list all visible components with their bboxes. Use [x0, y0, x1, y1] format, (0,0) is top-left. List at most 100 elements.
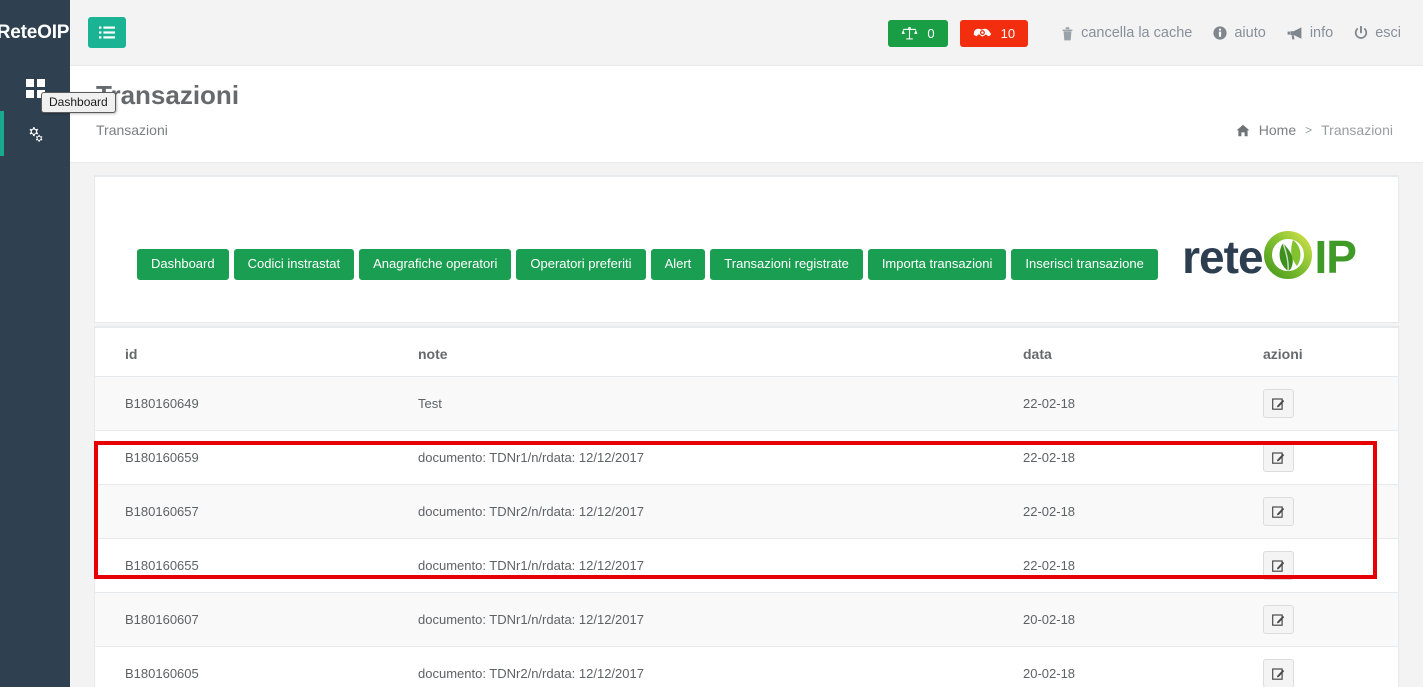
table-row[interactable]: B180160607 documento: TDNr1/n/rdata: 12/…: [95, 592, 1398, 647]
table-row[interactable]: B180160605 documento: TDNr2/n/rdata: 12/…: [95, 646, 1398, 687]
logout-link[interactable]: esci: [1354, 25, 1401, 41]
cell-id: B180160649: [95, 376, 410, 431]
actions-panel: Dashboard Codici instrastat Anagrafiche …: [94, 175, 1399, 323]
handshake-icon: [973, 26, 992, 40]
button-inserisci-transazione[interactable]: Inserisci transazione: [1011, 249, 1158, 281]
edit-button[interactable]: [1263, 551, 1294, 580]
action-buttons-row: Dashboard Codici instrastat Anagrafiche …: [137, 249, 1158, 281]
table-body: B180160649 Test 22-02-18 B180160659 docu…: [95, 376, 1398, 687]
table-row[interactable]: B180160655 documento: TDNr1/n/rdata: 12/…: [95, 538, 1398, 593]
table-head: id note data azioni: [95, 328, 1398, 377]
cell-data: 20-02-18: [1015, 592, 1255, 647]
button-anagrafiche-operatori[interactable]: Anagrafiche operatori: [359, 249, 512, 281]
handshake-badge-value: 10: [1000, 25, 1016, 41]
button-codici-instrastat[interactable]: Codici instrastat: [233, 249, 355, 281]
info-circle-icon: [1213, 26, 1227, 40]
sidebar-item-settings[interactable]: [0, 111, 70, 156]
breadcrumb: Home > Transazioni: [1236, 122, 1393, 138]
clear-cache-label: cancella la cache: [1081, 25, 1193, 41]
button-operatori-preferiti[interactable]: Operatori preferiti: [516, 249, 646, 281]
cell-azioni: [1255, 430, 1398, 485]
edit-icon: [1272, 667, 1285, 680]
active-accent-bar: [0, 111, 4, 156]
page-subtitle: Transazioni: [96, 122, 168, 138]
cell-data: 22-02-18: [1015, 538, 1255, 593]
edit-button[interactable]: [1263, 659, 1294, 687]
button-importa-transazioni[interactable]: Importa transazioni: [867, 249, 1007, 281]
breadcrumb-separator: >: [1305, 123, 1313, 137]
column-header-id[interactable]: id: [95, 328, 410, 377]
sidebar-tooltip: Dashboard: [41, 92, 116, 113]
transactions-panel: id note data azioni B180160649 Test 22-0…: [94, 326, 1399, 687]
edit-icon: [1272, 559, 1285, 572]
edit-icon: [1272, 613, 1285, 626]
cell-id: B180160607: [95, 592, 410, 647]
leaf-icon: [1259, 226, 1317, 289]
edit-button[interactable]: [1263, 497, 1294, 526]
cell-note: documento: TDNr1/n/rdata: 12/12/2017: [410, 538, 1015, 593]
cell-data: 22-02-18: [1015, 430, 1255, 485]
edit-button[interactable]: [1263, 605, 1294, 634]
cell-id: B180160605: [95, 646, 410, 687]
power-off-icon: [1354, 26, 1368, 40]
info-link[interactable]: info: [1287, 25, 1333, 41]
handshake-badge[interactable]: 10: [959, 19, 1029, 47]
help-link[interactable]: aiuto: [1213, 25, 1266, 41]
help-label: aiuto: [1234, 25, 1266, 41]
cell-note: documento: TDNr2/n/rdata: 12/12/2017: [410, 646, 1015, 687]
info-label: info: [1309, 25, 1334, 41]
table-row[interactable]: B180160657 documento: TDNr2/n/rdata: 12/…: [95, 484, 1398, 539]
edit-button[interactable]: [1263, 443, 1294, 472]
cell-id: B180160655: [95, 538, 410, 593]
app-root: ReteOIP 0 10 cancella la cache aiuto inf…: [0, 0, 1423, 687]
column-header-data[interactable]: data: [1015, 328, 1255, 377]
breadcrumb-home[interactable]: Home: [1259, 122, 1296, 138]
content-area: Dashboard Codici instrastat Anagrafiche …: [70, 163, 1423, 687]
cell-azioni: [1255, 376, 1398, 431]
trash-icon: [1061, 26, 1074, 41]
balance-badge-value: 0: [927, 25, 935, 41]
cell-note: documento: TDNr1/n/rdata: 12/12/2017: [410, 592, 1015, 647]
balance-scale-icon: [901, 26, 918, 41]
cell-azioni: [1255, 592, 1398, 647]
page-title: Transazioni: [96, 80, 240, 110]
button-alert[interactable]: Alert: [650, 249, 706, 281]
breadcrumb-current: Transazioni: [1321, 122, 1393, 138]
button-transazioni-registrate[interactable]: Transazioni registrate: [710, 249, 863, 281]
cogs-icon: [24, 124, 46, 144]
cell-note: documento: TDNr2/n/rdata: 12/12/2017: [410, 484, 1015, 539]
page-header: Transazioni Transazioni Home > Transazio…: [70, 66, 1423, 163]
column-header-azioni: azioni: [1255, 328, 1398, 377]
cell-azioni: [1255, 646, 1398, 687]
reteip-logo: rete IP: [1182, 229, 1357, 285]
button-dashboard[interactable]: Dashboard: [137, 249, 229, 281]
table-row[interactable]: B180160649 Test 22-02-18: [95, 376, 1398, 431]
edit-icon: [1272, 505, 1285, 518]
cell-data: 22-02-18: [1015, 376, 1255, 431]
brand-logo[interactable]: ReteOIP: [0, 0, 70, 66]
cell-azioni: [1255, 538, 1398, 593]
edit-button[interactable]: [1263, 389, 1294, 418]
cell-azioni: [1255, 484, 1398, 539]
edit-icon: [1272, 397, 1285, 410]
edit-icon: [1272, 451, 1285, 464]
column-header-note[interactable]: note: [410, 328, 1015, 377]
table-row[interactable]: B180160659 documento: TDNr1/n/rdata: 12/…: [95, 430, 1398, 485]
brand-name: ReteOIP: [0, 22, 70, 43]
logout-label: esci: [1375, 25, 1401, 41]
home-icon: [1236, 124, 1250, 137]
balance-badge[interactable]: 0: [888, 19, 948, 47]
top-navbar: 0 10 cancella la cache aiuto info esci: [70, 0, 1423, 66]
cell-note: documento: TDNr1/n/rdata: 12/12/2017: [410, 430, 1015, 485]
logo-text-ip: IP: [1314, 231, 1357, 283]
table-header-row: id note data azioni: [95, 328, 1398, 377]
cell-note: Test: [410, 376, 1015, 431]
logo-text-rete: rete: [1182, 231, 1263, 283]
cell-data: 20-02-18: [1015, 646, 1255, 687]
cell-id: B180160657: [95, 484, 410, 539]
list-icon: [99, 26, 115, 40]
cell-id: B180160659: [95, 430, 410, 485]
active-accent-bar: [0, 66, 4, 111]
clear-cache-link[interactable]: cancella la cache: [1061, 25, 1192, 41]
menu-toggle-button[interactable]: [88, 17, 126, 48]
